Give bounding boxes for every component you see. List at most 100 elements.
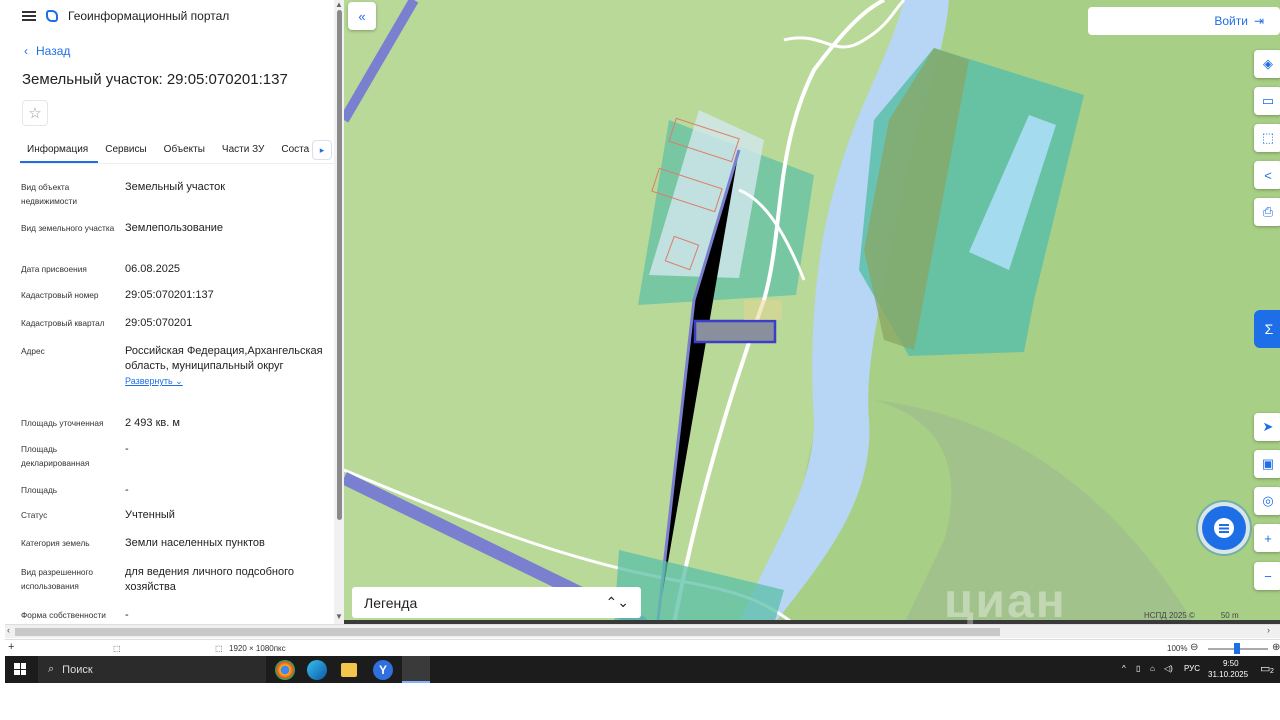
field-value: Землепользование	[125, 222, 224, 234]
list-item: Площадь -	[21, 483, 331, 498]
share-button[interactable]: <	[1254, 161, 1280, 189]
scroll-right-icon[interactable]: ›	[1267, 625, 1270, 635]
map-view[interactable]: циан « Войти ⇥ ◈ ▭ ⬚ < ⎙ Σ ➤ ▣ ◎ + − Лег…	[344, 0, 1280, 624]
zoom-plus-icon[interactable]: ⊕	[1272, 642, 1280, 653]
layers-button[interactable]: ◈	[1254, 50, 1280, 78]
list-item: Кадастровый номер 29:05:070201:137	[21, 288, 331, 303]
taskbar-search[interactable]: ⌕ Поиск	[38, 656, 266, 683]
navigation-arrow-icon: ➤	[1262, 419, 1274, 434]
field-value: Земли населенных пунктов	[125, 537, 265, 549]
notifications-icon[interactable]: ▭	[1260, 662, 1270, 675]
scale-label: 50 m	[1220, 611, 1239, 620]
file-explorer-icon[interactable]	[341, 663, 357, 677]
select-area-button[interactable]: ⬚	[1254, 124, 1280, 152]
expand-label: Развернуть	[125, 376, 173, 386]
list-item: Вид объекта недвижимости Земельный участ…	[21, 180, 331, 208]
field-key: Статус	[21, 510, 48, 520]
list-item: Категория земель Земли населенных пункто…	[21, 536, 331, 551]
page-title: Земельный участок: 29:05:070201:137	[22, 71, 288, 88]
field-key: Категория земель	[21, 538, 90, 548]
sigma-icon: Σ	[1264, 321, 1274, 337]
tabs-next-button[interactable]: ▸	[312, 140, 332, 160]
back-button[interactable]: ‹ Назад	[24, 44, 70, 58]
field-key: Форма собственности	[21, 610, 106, 620]
tab-objects[interactable]: Объекты	[157, 136, 215, 163]
scroll-down-icon[interactable]: ▼	[335, 612, 343, 621]
tab-services[interactable]: Сервисы	[98, 136, 156, 163]
map-canvas	[344, 0, 1280, 624]
zoom-in-button[interactable]: +	[1254, 524, 1280, 552]
zoom-out-button[interactable]: −	[1254, 562, 1280, 590]
collapse-panel-button[interactable]: «	[348, 2, 376, 30]
geolocate-button[interactable]: ➤	[1254, 413, 1280, 441]
tab-info[interactable]: Информация	[20, 136, 99, 163]
zoom-minus-icon[interactable]: ⊖	[1190, 642, 1198, 653]
volume-icon[interactable]: ◁)	[1164, 664, 1173, 673]
double-chevron-left-icon: «	[358, 8, 366, 24]
field-key: Вид земельного участка	[21, 223, 115, 233]
scrollbar-thumb[interactable]	[337, 10, 342, 520]
clock-date[interactable]: 31.10.2025	[1208, 670, 1248, 679]
watermark: циан	[944, 575, 1067, 624]
ruler-button[interactable]: ▭	[1254, 87, 1280, 115]
list-item: Вид разрешенного использования для веден…	[21, 565, 331, 595]
ruler-icon: ▭	[1261, 93, 1275, 108]
field-key: Кадастровый номер	[21, 290, 99, 300]
paint-icon[interactable]	[402, 656, 430, 683]
windows-start-icon[interactable]	[14, 663, 26, 675]
legend-label: Легенда	[364, 594, 418, 611]
field-value: -	[125, 609, 129, 621]
legend-select[interactable]: Легенда ⌃⌄	[352, 587, 641, 618]
zoom-slider-thumb[interactable]	[1234, 643, 1240, 654]
star-icon: ☆	[28, 105, 42, 122]
network-icon[interactable]: ⌂	[1150, 664, 1155, 673]
tab-parts[interactable]: Части ЗУ	[215, 136, 274, 163]
status-bar: + ⬚ ⬚ 1920 × 1080пкс 100% ⊖ ⊕	[5, 639, 1280, 656]
field-value: Российская Федерация,Архангельская облас…	[125, 344, 325, 389]
field-value: 29:05:070201	[125, 317, 193, 329]
edge-icon[interactable]	[307, 660, 327, 680]
field-key: Кадастровый квартал	[21, 318, 105, 328]
location-pin-button[interactable]: ◎	[1254, 487, 1280, 515]
clock-time[interactable]: 9:50	[1223, 659, 1239, 668]
battery-icon[interactable]: ▯	[1136, 664, 1140, 673]
selected-parcel[interactable]	[693, 319, 777, 344]
favorite-button[interactable]: ☆	[22, 100, 48, 126]
chevron-down-icon: ⌄	[175, 376, 183, 386]
address-text: Российская Федерация,Архангельская облас…	[125, 345, 323, 372]
add-icon[interactable]: +	[8, 641, 14, 653]
login-button[interactable]: Войти ⇥	[1088, 7, 1280, 35]
print-button[interactable]: ⎙	[1254, 198, 1280, 226]
printer-icon: ⎙	[1262, 204, 1274, 219]
field-key: Площадь	[21, 485, 58, 495]
list-item: Кадастровый квартал 29:05:070201	[21, 316, 331, 331]
scroll-up-icon[interactable]: ▲	[335, 0, 343, 9]
field-key: Площадь декларированная	[21, 444, 90, 468]
chat-button[interactable]	[1202, 506, 1246, 550]
panel-header: Геоинформационный портал	[22, 6, 229, 26]
chrome-icon[interactable]	[275, 660, 295, 680]
selection-icon: ⬚	[113, 644, 121, 653]
minimap-icon: ▣	[1261, 456, 1275, 471]
field-value: для ведения личного подсобного хозяйства	[125, 566, 295, 593]
minimap-button[interactable]: ▣	[1254, 450, 1280, 478]
taskbar: ⌕ Поиск Y ^ ▯ ⌂ ◁) РУС 9:50 31.10.2025 ▭…	[5, 656, 1280, 683]
tray-arrow-icon[interactable]: ^	[1122, 664, 1126, 673]
scrollbar-thumb[interactable]	[15, 628, 1000, 636]
updown-chevron-icon: ⌃⌄	[605, 594, 629, 610]
expand-link[interactable]: Развернуть ⌄	[125, 374, 325, 389]
field-value: Земельный участок	[125, 181, 226, 193]
share-icon: <	[1264, 167, 1272, 183]
sidebar-toggle-button[interactable]: Σ	[1254, 310, 1280, 348]
panel-scrollbar[interactable]: ▲ ▼	[334, 0, 344, 624]
horizontal-scrollbar[interactable]: ‹ ›	[5, 624, 1280, 638]
yandex-browser-icon[interactable]: Y	[373, 660, 393, 680]
minus-icon: −	[1264, 568, 1272, 584]
menu-icon[interactable]	[22, 11, 36, 21]
scale-bar: НСПД 2025 © 50 m	[1144, 611, 1239, 620]
map-attribution: НСПД 2025 ©	[1144, 611, 1195, 620]
field-value: 06.08.2025	[125, 263, 181, 275]
field-value: -	[125, 443, 129, 455]
language-indicator[interactable]: РУС	[1184, 664, 1200, 673]
scroll-left-icon[interactable]: ‹	[7, 625, 10, 635]
